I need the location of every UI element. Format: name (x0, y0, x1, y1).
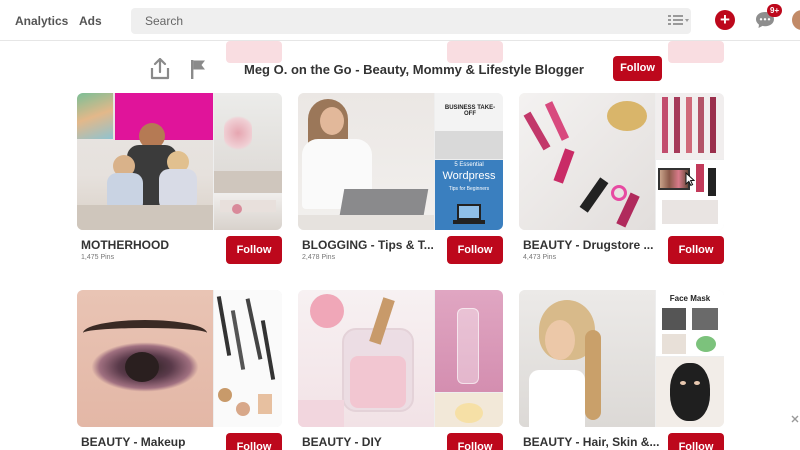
board-main-image (298, 93, 434, 230)
thumb-text: Wordpress (442, 170, 496, 182)
share-icon[interactable] (150, 58, 170, 80)
board-title[interactable]: BEAUTY - Drugstore ... (523, 238, 663, 252)
ghost-follow-button (668, 41, 724, 63)
profile-name: Meg O. on the Go - Beauty, Mommy & Lifes… (244, 62, 584, 77)
board-main-image (519, 290, 655, 427)
board-title[interactable]: BLOGGING - Tips & T... (302, 238, 442, 252)
partial-edge-icon (791, 415, 799, 423)
board-main-image (77, 93, 213, 230)
board-title[interactable]: BEAUTY - Hair, Skin &... (523, 435, 663, 449)
avatar[interactable] (792, 10, 800, 30)
board-title[interactable]: BEAUTY - DIY (302, 435, 442, 449)
board-cover[interactable] (77, 290, 282, 427)
board-main-image (519, 93, 655, 230)
thumb-text: Tips for Beginners (448, 186, 490, 192)
board-cover[interactable]: BUSINESS TAKE-OFF 5 Essential Wordpress … (298, 93, 503, 230)
top-bar: Analytics Ads + 9+ (0, 0, 800, 41)
board-thumb-image (656, 93, 724, 159)
search-input[interactable] (131, 8, 691, 34)
board-main-image (77, 290, 213, 427)
board-follow-button[interactable]: Follow (447, 433, 503, 450)
thumb-text: BUSINESS TAKE-OFF (444, 105, 496, 117)
board-cover[interactable]: Face Mask (519, 290, 724, 427)
mouse-cursor-icon (685, 172, 695, 186)
search-bar (131, 8, 691, 34)
board-pin-count: 2,478 Pins (302, 254, 336, 261)
board-title[interactable]: BEAUTY - Makeup (81, 435, 221, 449)
ghost-follow-button (226, 41, 282, 63)
list-view-icon[interactable] (668, 14, 690, 26)
board-thumb-image: Face Mask (656, 290, 724, 356)
board-thumb-image (214, 290, 282, 427)
board-thumb-image (656, 357, 724, 427)
board-follow-button[interactable]: Follow (226, 236, 282, 264)
board-thumb-image: BUSINESS TAKE-OFF (435, 93, 503, 159)
profile-follow-button[interactable]: Follow (613, 56, 662, 81)
board-cover[interactable] (298, 290, 503, 427)
board-thumb-image (656, 160, 724, 230)
nav-ads-link[interactable]: Ads (79, 14, 102, 28)
thumb-text: 5 Essential (454, 162, 484, 168)
flag-icon[interactable] (189, 59, 207, 79)
ghost-follow-button (447, 41, 503, 63)
board-follow-button[interactable]: Follow (668, 433, 724, 450)
thumb-text: Face Mask (669, 294, 711, 303)
board-pin-count: 4,473 Pins (523, 254, 557, 261)
nav-analytics-link[interactable]: Analytics (15, 14, 68, 28)
board-cover[interactable] (77, 93, 282, 230)
board-thumb-image (435, 393, 503, 427)
board-follow-button[interactable]: Follow (447, 236, 503, 264)
board-thumb-image: 5 Essential Wordpress Tips for Beginners (435, 160, 503, 230)
board-follow-button[interactable]: Follow (668, 236, 724, 264)
create-pin-button[interactable]: + (715, 10, 735, 30)
board-thumb-image (214, 93, 282, 193)
board-title[interactable]: MOTHERHOOD (81, 238, 221, 252)
board-thumb-image (435, 290, 503, 392)
board-thumb-image (214, 194, 282, 230)
notification-badge: 9+ (767, 4, 783, 17)
board-follow-button[interactable]: Follow (226, 433, 282, 450)
board-main-image (298, 290, 434, 427)
board-pin-count: 1,475 Pins (81, 254, 115, 261)
board-cover[interactable] (519, 93, 724, 230)
